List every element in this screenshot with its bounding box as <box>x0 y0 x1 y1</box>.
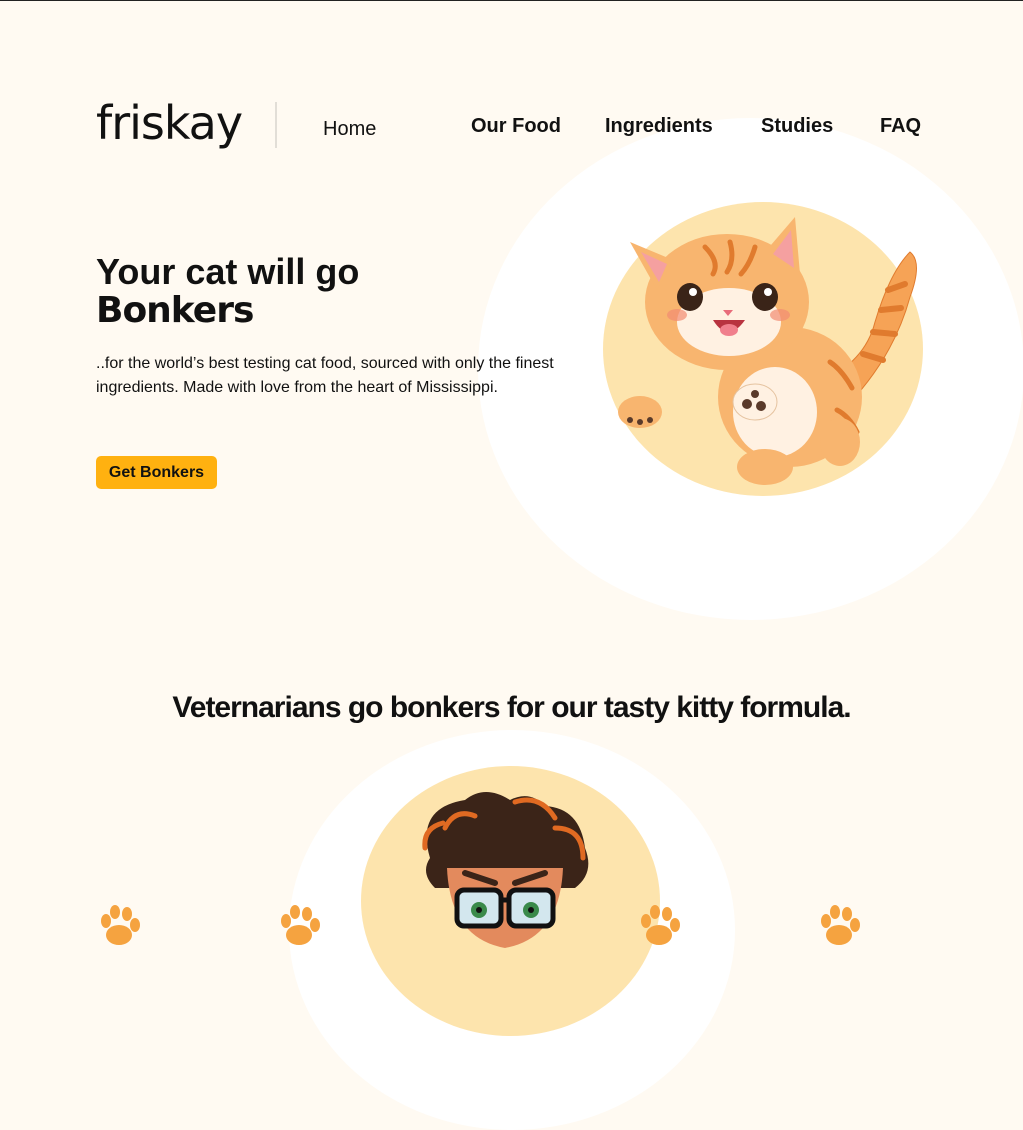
get-bonkers-button[interactable]: Get Bonkers <box>96 456 217 489</box>
paw-icon <box>101 905 140 945</box>
paw-icon <box>641 905 680 945</box>
kitten-illustration <box>618 217 917 485</box>
nav-ingredients[interactable]: Ingredients <box>605 115 713 138</box>
paw-icon <box>821 905 860 945</box>
hero-description: ..for the world’s best testing cat food,… <box>96 355 554 396</box>
top-border <box>0 0 1023 1</box>
nav-our-food[interactable]: Our Food <box>471 115 561 138</box>
veterinarian-illustration <box>422 792 589 948</box>
hero-title: Your cat will go <box>96 251 360 292</box>
logo-divider <box>275 102 277 148</box>
hero-title-emphasis: Bonkers <box>96 290 254 331</box>
nav-faq[interactable]: FAQ <box>880 115 921 138</box>
nav-studies[interactable]: Studies <box>761 115 833 138</box>
paw-icon <box>281 905 320 945</box>
vets-section-title: Veternarians go bonkers for our tasty ki… <box>172 691 851 724</box>
nav-home[interactable]: Home <box>323 118 376 141</box>
logo[interactable]: friskay <box>96 96 243 150</box>
